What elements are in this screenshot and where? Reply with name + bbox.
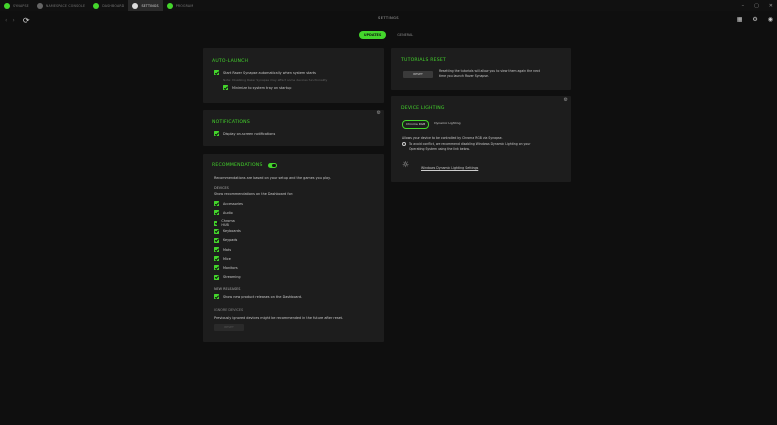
recommendations-title: RECOMMENDATIONS [212,163,263,168]
recommendations-intro: Recommendations are based on your setup … [214,176,331,180]
device-checkbox[interactable] [214,247,219,252]
grid-icon[interactable]: ▦ [737,16,743,23]
display-notifications-checkbox[interactable] [214,131,219,136]
lighting-warning-line2: Operating System using the link below. [409,147,470,151]
auto-launch-title: AUTO-LAUNCH [212,59,249,64]
app-tab-bar: SYNAPSE NAMESPACE CONSOLE DASHBOARD SETT… [0,0,777,11]
start-automatically-label: Start Razer Synapse automatically when s… [223,70,316,75]
minimize-tray-label: Minimize to system tray on startup [232,85,292,90]
auto-launch-panel: AUTO-LAUNCH Start Razer Synapse automati… [203,48,384,103]
device-label: Keyboards [223,229,241,234]
window-controls: – ▢ ✕ [742,0,773,11]
notifications-title: NOTIFICATIONS [212,120,250,125]
razer-logo-icon [93,2,100,9]
subtab-updates[interactable]: UPDATES [358,31,387,39]
notifications-panel: ⚙ NOTIFICATIONS Display on-screen notifi… [203,110,384,146]
device-row: Monitors [214,265,238,271]
device-row: Mice [214,256,231,262]
device-row: Audio [214,210,233,216]
device-label: Mice [223,256,231,261]
minimize-button[interactable]: – [742,3,745,9]
nav-row: ‹ › ⟳ [0,11,777,29]
device-row: Accessories [214,201,243,206]
device-checkbox[interactable] [214,210,219,216]
device-row: Keyboards [214,228,241,234]
device-label: Monitors [223,265,238,270]
info-icon [402,142,406,146]
ignore-devices-heading: IGNORE DEVICES [214,308,244,312]
reset-ignored-devices-button[interactable]: RESET [214,324,244,331]
profile-icon[interactable]: ◉ [768,16,773,23]
windows-dynamic-lighting-link[interactable]: Windows Dynamic Lighting Settings [421,166,478,170]
tutorials-reset-button[interactable]: RESET [403,71,433,78]
gear-icon [132,2,139,9]
header-icons: ▦ ⚙ ◉ [737,16,773,23]
display-notifications-label: Display on-screen notifications [223,131,276,136]
settings-subtabs: UPDATES GENERAL [0,31,777,39]
device-label: Streaming [223,275,241,280]
sun-icon: ☼ [402,160,410,169]
option-dynamic-lighting[interactable]: Dynamic Lighting [431,120,463,129]
device-row: Keypads [214,237,238,243]
start-note: Note: Disabling Razer Synapse may affect… [223,78,328,82]
device-checkbox[interactable] [214,220,218,226]
subtab-general[interactable]: GENERAL [392,31,418,39]
tab-synapse[interactable]: SYNAPSE [0,0,33,11]
new-releases-heading: NEW RELEASES [214,287,241,291]
recommendations-panel: RECOMMENDATIONS Recommendations are base… [203,154,384,342]
tab-dashboard[interactable]: DASHBOARD [89,0,128,11]
new-releases-checkbox[interactable] [214,294,219,299]
lighting-mode-selector: Chroma RGB Dynamic Lighting [402,120,464,129]
headset-icon [36,2,43,9]
tab-program[interactable]: PROGRAM [163,0,198,11]
device-label: Keypads [223,238,238,243]
device-checkbox[interactable] [214,274,219,280]
tutorials-reset-title: TUTORIALS RESET [401,58,446,63]
device-checkbox[interactable] [214,228,219,234]
device-checkbox[interactable] [214,201,219,206]
option-chroma-rgb[interactable]: Chroma RGB [402,120,430,129]
device-row: Mats [214,247,231,252]
tab-namespace-console[interactable]: NAMESPACE CONSOLE [33,0,89,11]
page-title: SETTINGS [378,16,399,20]
device-label: Audio [223,210,233,215]
tab-settings[interactable]: SETTINGS [128,0,163,11]
device-lighting-panel: ⚙ DEVICE LIGHTING Chroma RGB Dynamic Lig… [391,96,571,182]
ignore-devices-description: Previously ignored devices might be reco… [214,316,344,320]
gear-icon[interactable]: ⚙ [377,110,381,116]
tutorials-reset-panel: TUTORIALS RESET RESET Resetting the tuto… [391,48,571,90]
device-checkbox[interactable] [214,256,219,262]
lighting-warning-line1: To avoid conflict, we recommend disablin… [409,142,531,146]
device-row: Streaming [214,274,241,280]
new-releases-label: Show new product releases on the Dashboa… [223,294,303,299]
close-button[interactable]: ✕ [769,3,773,9]
minimize-tray-checkbox[interactable] [223,85,228,90]
device-row: Chroma HUB [214,219,236,227]
maximize-button[interactable]: ▢ [754,3,759,9]
recommendations-toggle[interactable] [267,163,277,168]
device-label: Mats [223,247,232,252]
device-label: Chroma HUB [221,219,235,228]
device-label: Accessories [223,201,243,206]
device-lighting-title: DEVICE LIGHTING [401,106,445,111]
gear-icon[interactable]: ⚙ [752,16,757,23]
device-checkbox[interactable] [214,265,219,271]
devices-heading: DEVICES [214,186,229,190]
gear-icon[interactable]: ⚙ [564,97,568,103]
tutorials-reset-desc-line2: time you launch Razer Synapse. [439,74,489,78]
lighting-description: Allows your device to be controlled by C… [402,136,503,140]
razer-logo-icon [4,2,10,9]
devices-description: Show recommendations on the Dashboard fo… [214,192,294,196]
start-automatically-checkbox[interactable] [214,70,219,75]
device-checkbox[interactable] [214,237,219,243]
razer-logo-icon [166,2,173,9]
tutorials-reset-desc-line1: Resetting the tutorials will allow you t… [439,69,540,73]
